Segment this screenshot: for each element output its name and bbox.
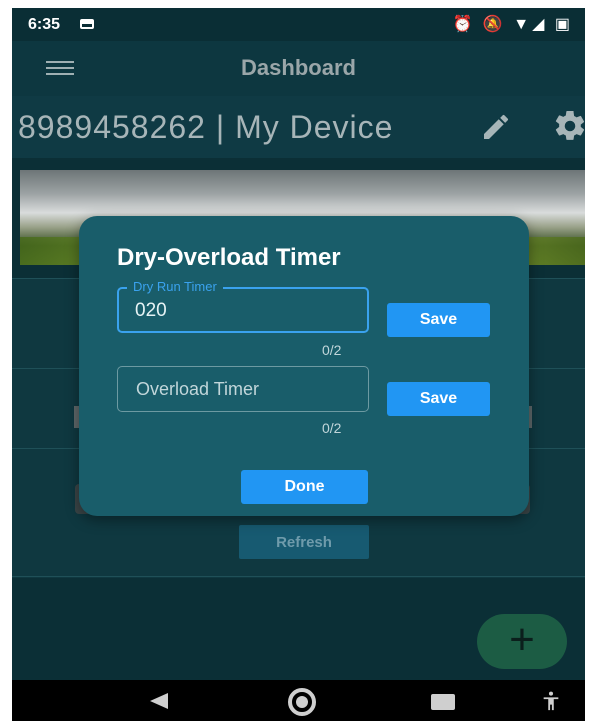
dry-run-char-counter: 0/2 — [322, 342, 342, 358]
save-dry-run-button[interactable]: Save — [387, 303, 490, 337]
add-fab-button[interactable]: + — [477, 614, 567, 669]
back-icon[interactable] — [150, 693, 168, 709]
gear-icon[interactable] — [552, 108, 585, 144]
system-nav-bar — [12, 680, 585, 721]
pencil-icon[interactable] — [480, 111, 512, 143]
dry-run-timer-label: Dry Run Timer — [127, 279, 223, 294]
home-icon[interactable] — [288, 688, 316, 716]
dry-run-timer-value[interactable]: 020 — [135, 300, 167, 322]
dry-run-timer-field[interactable]: Dry Run Timer 020 — [117, 279, 369, 333]
app-bar-title: Dashboard — [241, 55, 356, 80]
refresh-button[interactable]: Refresh — [239, 525, 369, 559]
image-icon — [80, 19, 94, 29]
dry-overload-timer-dialog: Dry-Overload Timer Dry Run Timer 020 0/2… — [79, 216, 529, 516]
dialog-title: Dry-Overload Timer — [117, 244, 341, 271]
status-bar: 6:35 ⏰ 🔕 ▼◢ ▣ — [12, 8, 585, 41]
device-title: 8989458262 | My Device — [18, 109, 394, 145]
overload-timer-placeholder: Overload Timer — [136, 379, 260, 399]
overload-timer-field[interactable]: Overload Timer — [117, 366, 369, 412]
accessibility-icon[interactable] — [540, 688, 562, 714]
done-button[interactable]: Done — [241, 470, 368, 504]
device-header: 8989458262 | My Device — [12, 96, 585, 158]
recent-apps-icon[interactable] — [431, 694, 455, 710]
save-overload-button[interactable]: Save — [387, 382, 490, 416]
divider — [12, 576, 585, 577]
status-time: 6:35 — [28, 16, 61, 33]
status-icons: ⏰ 🔕 ▼◢ ▣ — [452, 16, 573, 33]
phone-screen: 6:35 ⏰ 🔕 ▼◢ ▣ Dashboard 8989458262 | My … — [12, 8, 585, 721]
app-bar: Dashboard — [12, 41, 585, 96]
overload-char-counter: 0/2 — [322, 420, 342, 436]
